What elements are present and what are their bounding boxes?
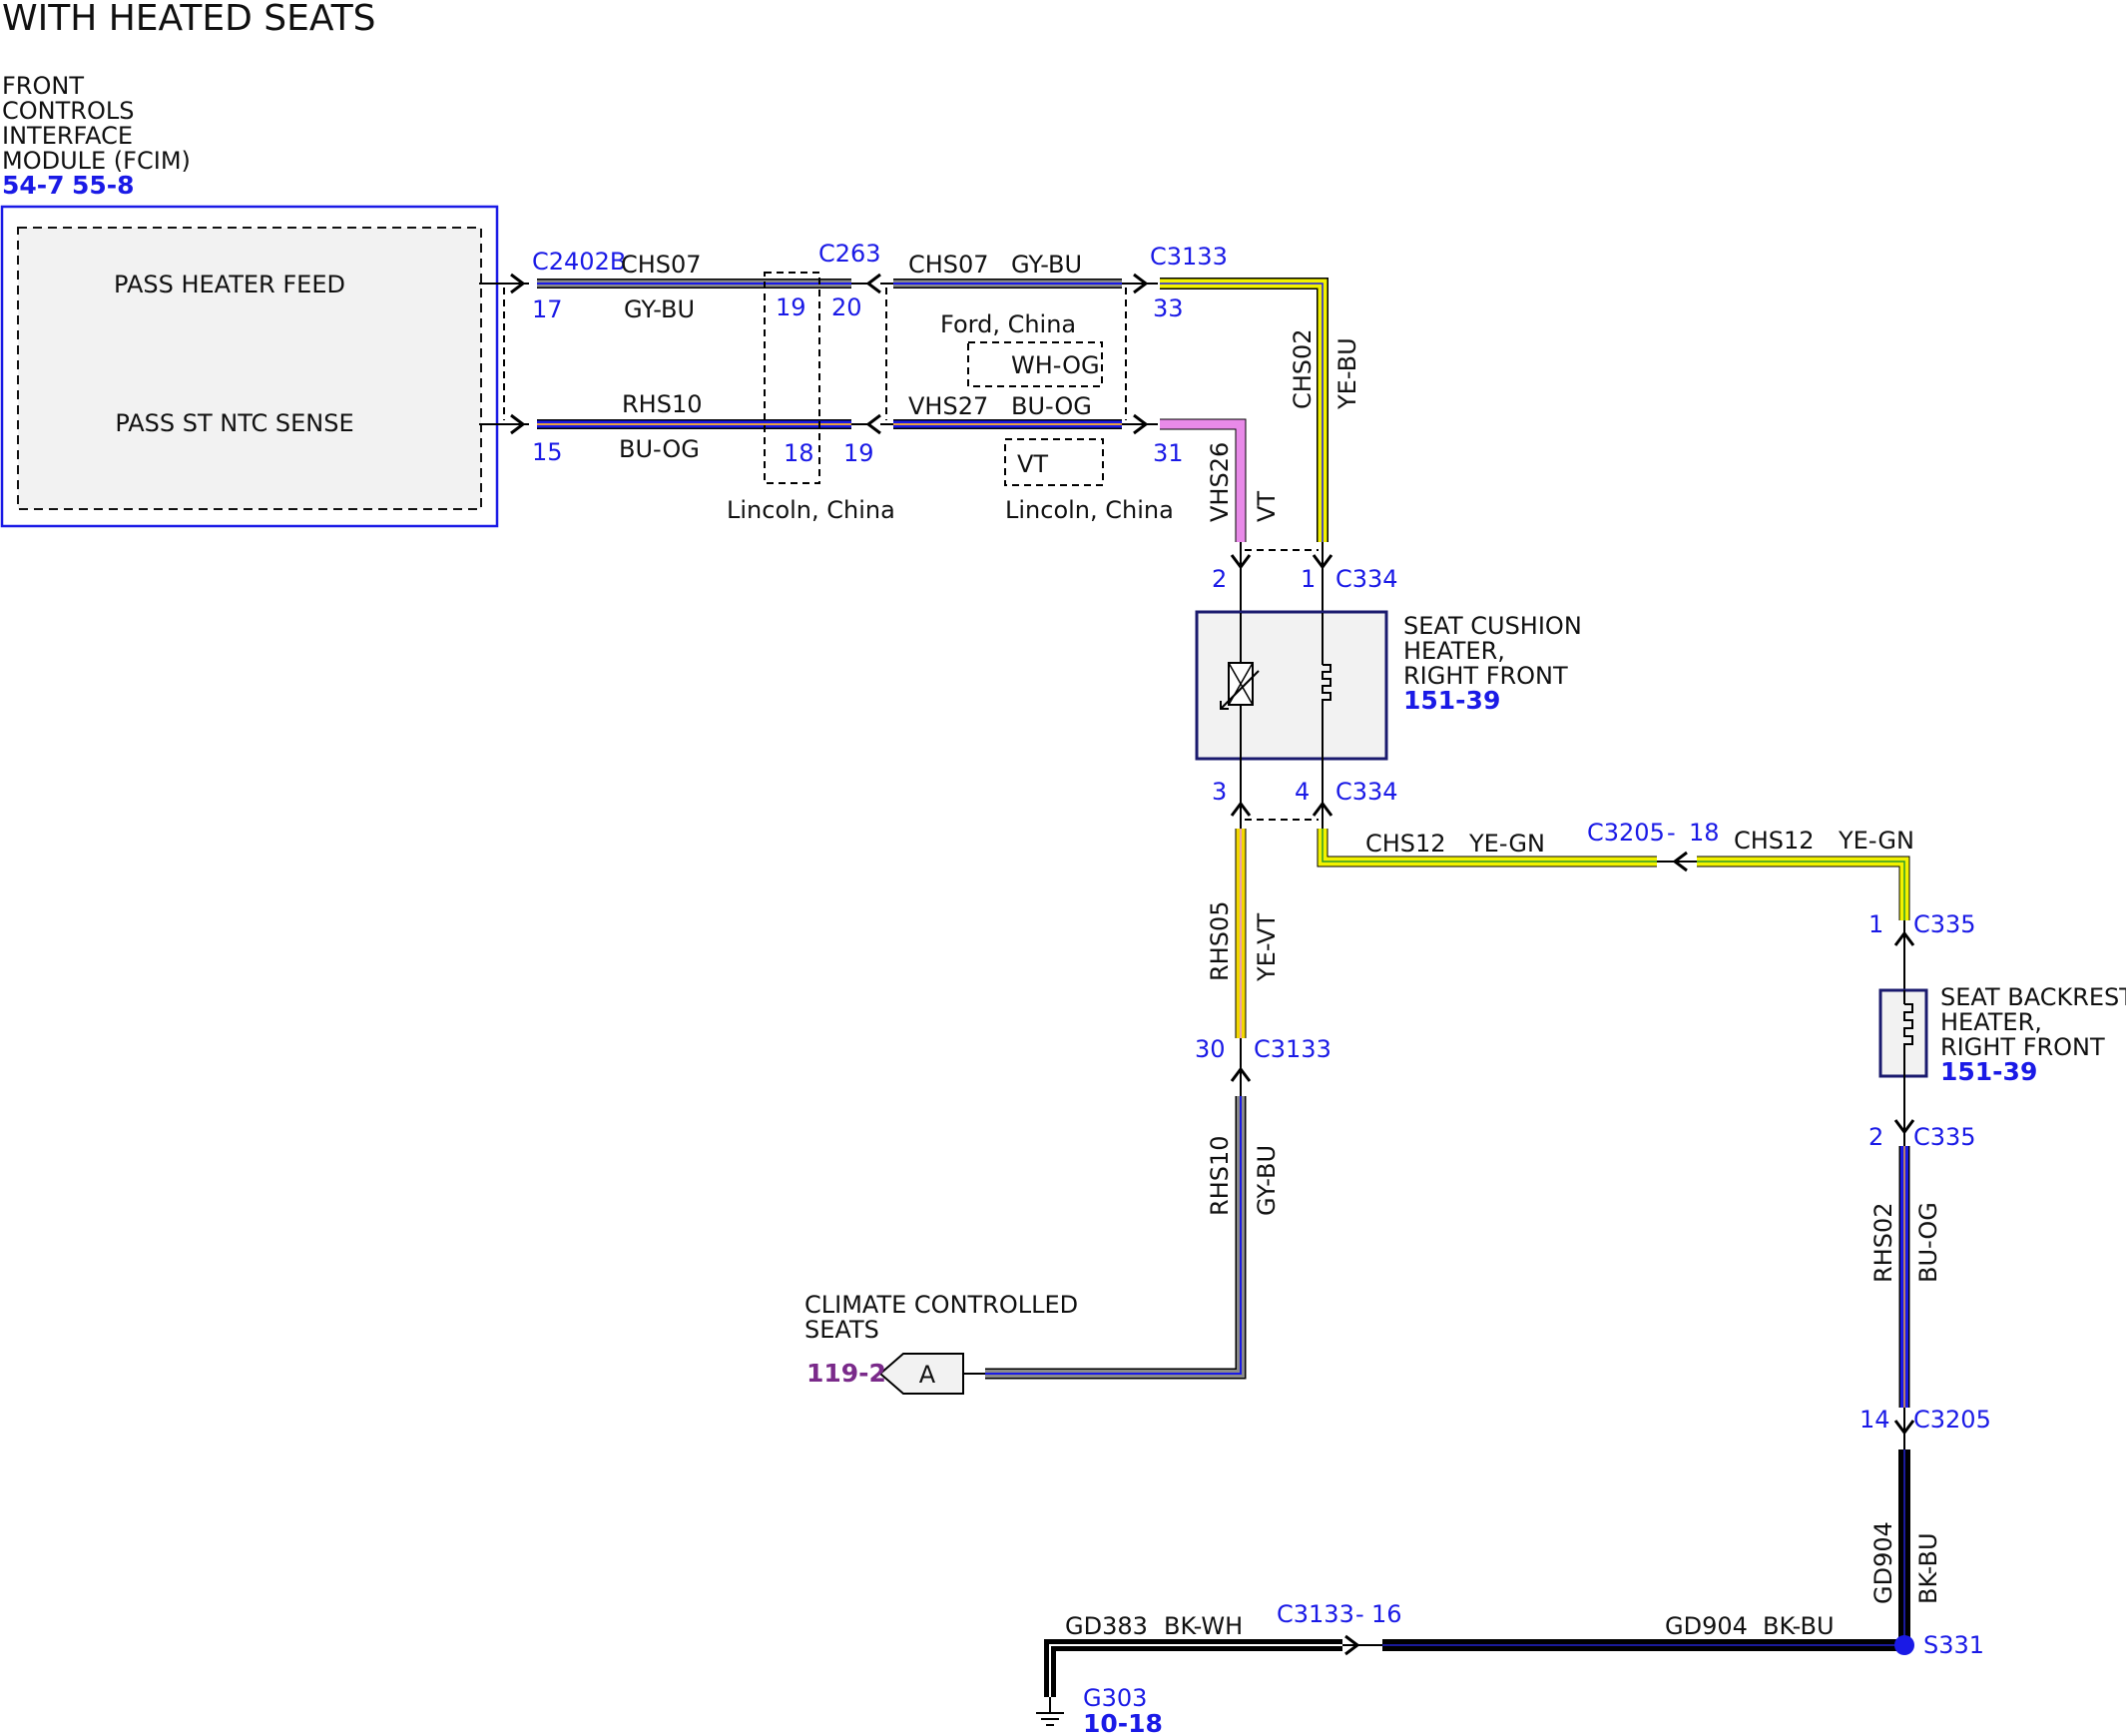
pin-number: 16 [1371,1600,1402,1628]
connector-label[interactable]: C334 [1335,565,1398,593]
component-name-line: SEAT CUSHION [1403,612,1582,640]
circuit-label: VHS27 [908,392,988,420]
heater-element-icon [1903,1003,1913,1052]
fcim-ref-link[interactable]: 55-8 [72,171,135,200]
connector-label[interactable]: C335 [1913,1123,1976,1151]
pin-number: 19 [843,439,874,467]
wire-color-label: VT [1253,491,1281,522]
backrest-ref-link[interactable]: 151-39 [1940,1057,2037,1086]
connector-label[interactable]: C3205 [1913,1406,1991,1434]
circuit-label: RHS05 [1206,901,1234,982]
pin-number: 15 [532,438,563,466]
component-name-line: SEAT BACKREST [1940,983,2126,1011]
circuit-label: RHS10 [622,390,703,418]
connector-label[interactable]: C3205 [1587,819,1665,847]
circuit-label: GD904 [1665,1612,1748,1640]
connector-arrow-icon [865,413,881,435]
fcim-name-line: INTERFACE [2,122,133,150]
component-name-line: HEATER, [1940,1008,2042,1036]
circuit-label: CHS02 [1289,328,1317,409]
fcim-name-line: FRONT [2,72,84,100]
climate-seats-name-line: SEATS [804,1316,879,1344]
splice-label[interactable]: S331 [1923,1631,1984,1659]
pin-number: 4 [1295,778,1310,806]
wire-color-label: GY-BU [624,295,695,323]
climate-seats-name-line: CLIMATE CONTROLLED [804,1291,1078,1319]
wiring-diagram: WITH HEATED SEATS FRONT CONTROLS INTERFA… [0,0,2126,1736]
pin-number: 18 [784,439,814,467]
pin-number: 19 [776,293,806,321]
circuit-label: RHS10 [1206,1136,1234,1217]
circuit-label: GD904 [1869,1521,1897,1604]
connector-arrow-icon [865,273,881,294]
connector-label[interactable]: C335 [1913,910,1976,938]
connector-dash: - [1667,819,1676,847]
pass-heater-feed-label: PASS HEATER FEED [114,271,345,298]
ground-icon [1036,1697,1064,1726]
fcim-label: FRONT CONTROLS INTERFACE MODULE (FCIM) 5… [2,72,191,200]
wire-color-label: YE-BU [1333,337,1361,410]
page-title: WITH HEATED SEATS [2,0,376,39]
pin-number: 1 [1301,565,1316,593]
connector-tag-letter: A [919,1361,936,1389]
circuit-label: CHS12 [1365,830,1446,858]
wire-color-label: VT [1017,450,1048,478]
climate-seats-ref-link[interactable]: 119-2 [806,1359,886,1388]
fcim-ref-link[interactable]: 54-7 [2,171,65,200]
wire-rhs10-low[interactable] [985,1096,1247,1380]
wire-color-label: YE-VT [1253,913,1281,982]
pin-number: 2 [1212,565,1227,593]
component-name-line: HEATER, [1403,637,1505,665]
pin-number: 18 [1689,819,1720,847]
pass-st-ntc-sense-label: PASS ST NTC SENSE [115,409,353,437]
variant-note: Ford, China [940,310,1076,338]
wire-color-label: BU-OG [1011,392,1092,420]
wire-color-label: BK-WH [1164,1612,1243,1640]
wire-color-label: GY-BU [1011,251,1082,279]
pin-number: 14 [1860,1406,1890,1434]
wire-color-label: BU-OG [619,435,700,463]
wire-color-label: WH-OG [1011,351,1100,379]
circuit-label: CHS07 [621,251,702,279]
wire-color-label: GY-BU [1253,1145,1281,1216]
pin-number: 3 [1212,778,1227,806]
circuit-label: CHS07 [908,251,989,279]
variant-note: Lincoln, China [1005,496,1174,524]
splice-dot-icon[interactable] [1894,1635,1914,1655]
circuit-label: VHS26 [1206,442,1234,522]
ground-label[interactable]: G303 [1083,1684,1147,1712]
pin-number: 2 [1868,1123,1883,1151]
fcim-name-line: CONTROLS [2,97,134,125]
connector-label[interactable]: C263 [818,240,881,268]
circuit-label: CHS12 [1734,827,1815,855]
cushion-ref-link[interactable]: 151-39 [1403,686,1500,715]
wire-color-label: BK-BU [1914,1532,1942,1604]
pin-number: 20 [831,293,862,321]
connector-label[interactable]: C3133 [1254,1035,1331,1063]
circuit-label: GD383 [1065,1612,1148,1640]
connector-label[interactable]: C2402B [532,248,626,276]
heater-element-icon [1322,664,1331,707]
connector-label[interactable]: C3133 [1277,1600,1354,1628]
pin-number: 17 [532,295,563,323]
connector-dash: - [1355,1600,1364,1628]
wire-color-label: YE-GN [1838,827,1914,855]
seat-cushion-heater-box[interactable] [1195,610,1388,761]
ground-ref-link[interactable]: 10-18 [1083,1709,1163,1736]
pin-number: 33 [1153,294,1184,322]
wire-color-label: BU-OG [1914,1202,1942,1283]
connector-label[interactable]: C334 [1335,778,1398,806]
variant-note: Lincoln, China [727,496,895,524]
pin-number: 1 [1868,910,1883,938]
pin-number: 30 [1195,1035,1226,1063]
wire-color-label: YE-GN [1468,830,1545,858]
wire-color-label: BK-BU [1763,1612,1835,1640]
pin-number: 31 [1153,439,1184,467]
connector-label[interactable]: C3133 [1150,243,1228,271]
circuit-label: RHS02 [1869,1203,1897,1284]
